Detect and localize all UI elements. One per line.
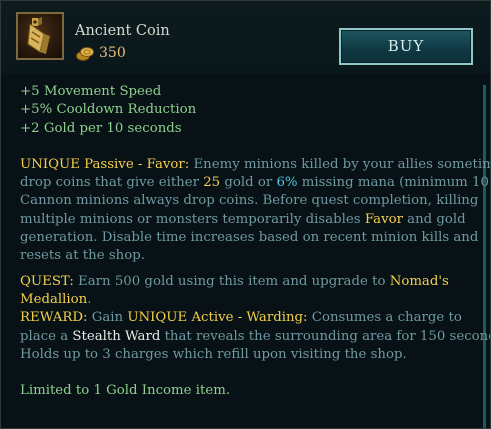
buy-button[interactable]: BUY bbox=[339, 28, 473, 65]
reward-label: REWARD: bbox=[20, 310, 88, 326]
passive-title: UNIQUE Passive - Favor: bbox=[20, 156, 190, 172]
gold-amount: 25 bbox=[203, 175, 221, 191]
item-price: 350 bbox=[99, 45, 126, 61]
item-description: +5 Movement Speed +5% Cooldown Reduction… bbox=[20, 83, 490, 400]
quest-text: . bbox=[87, 291, 92, 307]
reward-text: that reveals the surrounding area for 15… bbox=[160, 328, 491, 344]
passive-text: drop coins that give either bbox=[20, 175, 204, 191]
passive-text: and gold bbox=[402, 211, 466, 227]
passive-line-4: multiple minions or monsters temporarily… bbox=[20, 211, 472, 229]
quest-line-1: QUEST: Earn 500 gold using this item and… bbox=[20, 273, 472, 291]
reward-text: Consumes a charge to bbox=[307, 310, 462, 326]
passive-text: multiple minions or monsters temporarily… bbox=[20, 211, 365, 227]
stat-line: +5 Movement Speed bbox=[20, 84, 162, 99]
passive-text: gold or bbox=[220, 175, 277, 191]
quest-text: Earn 500 gold using this item and upgrad… bbox=[73, 273, 390, 289]
active-label: UNIQUE Active - Warding: bbox=[127, 310, 308, 326]
passive-text: missing mana (minimum 10). bbox=[297, 175, 491, 191]
stealth-ward-keyword: Stealth Ward bbox=[72, 328, 161, 344]
quest-label: QUEST: bbox=[20, 273, 74, 289]
ancient-coin-item-icon bbox=[16, 12, 64, 60]
reward-line-2: place a Stealth Ward that reveals the su… bbox=[20, 328, 490, 346]
stat-line: +2 Gold per 10 seconds bbox=[20, 120, 182, 136]
item-tooltip-panel: Ancient Coin 350 BUY +5 Movement Speed +… bbox=[0, 0, 491, 429]
scrollbar[interactable] bbox=[483, 85, 486, 428]
item-header: Ancient Coin 350 BUY bbox=[1, 1, 490, 73]
passive-line-6: resets at the shop. bbox=[20, 248, 145, 264]
passive-line-1: UNIQUE Passive - Favor: Enemy minions ki… bbox=[20, 156, 490, 174]
stat-line: +5% Cooldown Reduction bbox=[20, 102, 197, 118]
limit-note: Limited to 1 Gold Income item. bbox=[20, 383, 231, 399]
scrollbar-thumb[interactable] bbox=[483, 85, 486, 428]
reward-line-1: REWARD: Gain UNIQUE Active - Warding: Co… bbox=[20, 309, 472, 327]
passive-text: Enemy minions killed by your allies some… bbox=[189, 156, 491, 172]
quest-target-2: Medallion bbox=[20, 291, 88, 307]
quest-target: Nomad's bbox=[389, 273, 449, 289]
gold-coins-icon bbox=[75, 46, 95, 62]
passive-line-3: Cannon minions always drop coins. Before… bbox=[20, 193, 479, 209]
reward-text: Gain bbox=[87, 310, 128, 326]
favor-keyword: Favor bbox=[364, 211, 403, 227]
item-name: Ancient Coin bbox=[75, 23, 170, 39]
reward-line-3: Holds up to 3 charges which refill upon … bbox=[20, 346, 407, 362]
quest-line-2: Medallion. bbox=[20, 291, 472, 309]
passive-line-5: generation. Disable time increases based… bbox=[20, 230, 479, 246]
passive-line-2: drop coins that give either 25 gold or 6… bbox=[20, 174, 490, 192]
mana-percent: 6% bbox=[276, 175, 298, 191]
reward-text: place a bbox=[20, 328, 73, 344]
